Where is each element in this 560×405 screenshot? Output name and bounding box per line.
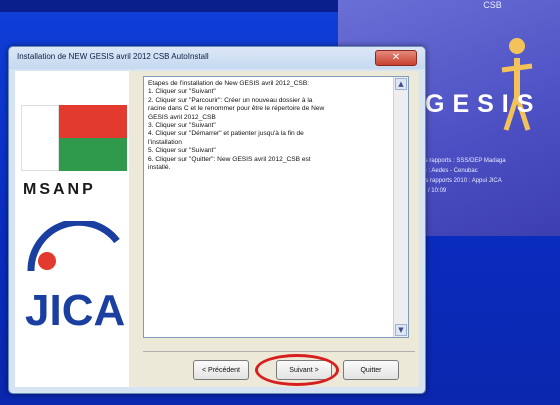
- flag-red-band: [59, 105, 127, 138]
- scroll-up-arrow-icon[interactable]: ▲: [395, 78, 407, 90]
- splash-info-line: urs rapports 2010 : Appui JICA: [420, 178, 502, 184]
- org-name: MSANP: [23, 181, 96, 198]
- instruction-line: 4. Cliquer sur "Démarrer" et patienter j…: [148, 130, 304, 138]
- instruction-line: installé.: [148, 164, 171, 172]
- branding-panel: MSANP JICA: [15, 71, 129, 387]
- splash-info-line: 11 / 10:09: [420, 188, 447, 194]
- quit-button[interactable]: Quitter: [343, 360, 399, 380]
- close-button[interactable]: ✕: [375, 50, 417, 66]
- splash-info: nis rapports : SSS/DEP Madaga ne : Aedes…: [420, 156, 560, 196]
- window-titlebar[interactable]: Installation de NEW GESIS avril 2012 CSB…: [9, 47, 425, 69]
- instruction-line: 2. Cliquer sur "Parcourir": Créer un nou…: [148, 96, 313, 104]
- jica-logo-text: JICA: [25, 286, 125, 335]
- instruction-line: Etapes de l'installation de New GESIS av…: [148, 80, 310, 87]
- previous-button[interactable]: < Précédent: [193, 360, 249, 380]
- vertical-scrollbar[interactable]: ▲ ▼: [393, 77, 408, 337]
- instruction-line: 1. Cliquer sur "Suivant": [148, 88, 216, 96]
- instruction-line: GESIS avril 2012_CSB: [148, 113, 216, 121]
- splash-info-line: nis rapports : SSS/DEP Madaga: [420, 158, 506, 164]
- window-title: Installation de NEW GESIS avril 2012 CSB…: [17, 52, 209, 61]
- installer-window: Installation de NEW GESIS avril 2012 CSB…: [8, 46, 426, 394]
- splash-header: CSB: [483, 0, 502, 10]
- flag-white-band: [21, 105, 59, 171]
- button-separator: [143, 351, 415, 352]
- instructions-textbox[interactable]: Etapes de l'installation de New GESIS av…: [143, 76, 409, 338]
- instruction-line: racine dans C et le renommer pour être l…: [148, 105, 325, 113]
- splash-info-line: ne : Aedes - Cenubac: [420, 168, 478, 174]
- next-button-highlight-ring: [255, 354, 339, 386]
- instruction-line: 6. Cliquer sur "Quitter": New GESIS avri…: [148, 155, 311, 163]
- installer-client-area: MSANP JICA Etapes de l'installation de N…: [15, 71, 419, 387]
- flag-green-band: [59, 138, 127, 171]
- gesis-logo: GESIS: [425, 90, 542, 118]
- instruction-line: l'installation: [148, 138, 182, 146]
- scroll-down-arrow-icon[interactable]: ▼: [395, 324, 407, 336]
- jica-logo: JICA: [25, 221, 125, 335]
- instruction-line: 3. Cliquer sur "Suivant": [148, 122, 216, 130]
- instruction-line: 5. Cliquer sur "Suivant": [148, 147, 216, 155]
- madagascar-flag-image: [21, 105, 127, 171]
